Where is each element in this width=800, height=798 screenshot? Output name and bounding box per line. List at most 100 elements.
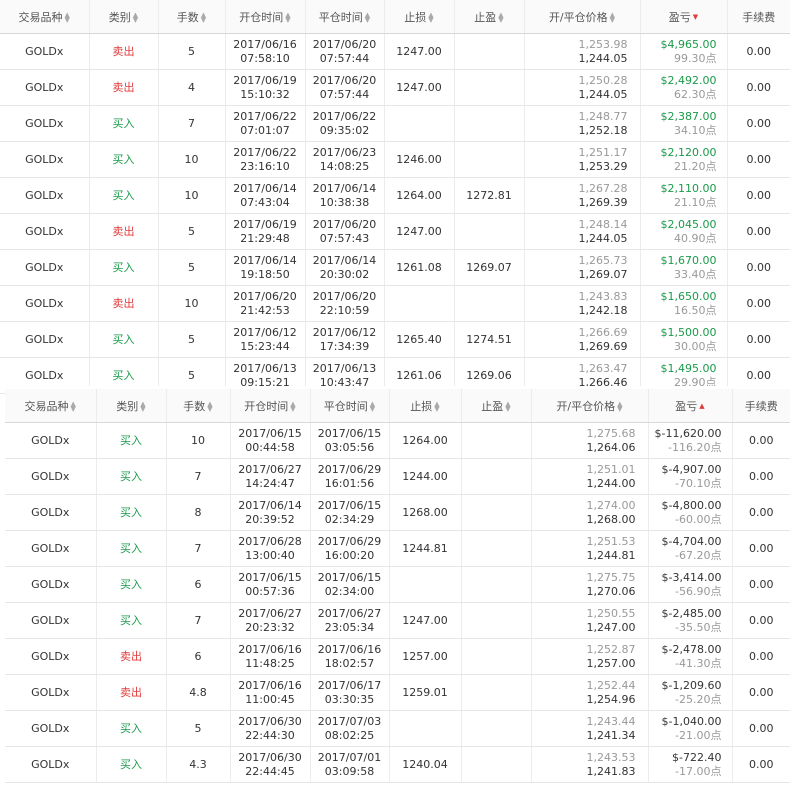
close-date: 2017/06/23 xyxy=(312,145,377,159)
open-price: 1,253.98 xyxy=(578,37,628,51)
fee-text: 0.00 xyxy=(749,613,774,627)
open-date: 2017/06/15 xyxy=(238,426,302,440)
open-date: 2017/06/16 xyxy=(233,37,297,51)
close-date: 2017/06/29 xyxy=(317,462,382,476)
cell-stop-loss: 1244.00 xyxy=(389,458,462,495)
column-header-symbol[interactable]: 交易品种 ▲ ▼ xyxy=(5,389,97,423)
column-header-take-profit[interactable]: 止盈 ▲ ▼ xyxy=(461,389,532,423)
fee-text: 0.00 xyxy=(746,188,772,202)
cell-open-time: 2017/06/22 07:01:07 xyxy=(225,105,306,142)
open-price: 1,275.75 xyxy=(586,570,636,584)
close-time: 23:05:34 xyxy=(324,620,375,634)
column-header-close-time[interactable]: 平仓时间 ▲ ▼ xyxy=(310,389,390,423)
cell-prices: 1,250.28 1,244.05 xyxy=(524,69,641,106)
column-header-fee[interactable]: 手续费 xyxy=(727,0,790,34)
profit-points: 33.40点 xyxy=(674,267,717,281)
stop-loss-text: 1244.81 xyxy=(402,541,448,555)
trade-type-text: 买入 xyxy=(112,332,135,346)
column-header-type[interactable]: 类别 ▲ ▼ xyxy=(89,0,159,34)
symbol-text: GOLDx xyxy=(25,296,64,310)
trade-type-text: 买入 xyxy=(112,368,135,382)
cell-take-profit xyxy=(461,494,532,531)
profit-points: -35.50点 xyxy=(675,620,722,634)
stop-loss-text: 1240.04 xyxy=(402,757,448,771)
column-header-open-time[interactable]: 开仓时间 ▲ ▼ xyxy=(225,0,306,34)
lots-text: 5 xyxy=(188,224,195,238)
column-header-label: 交易品种 xyxy=(18,10,63,24)
cell-take-profit xyxy=(454,141,525,178)
cell-open-time: 2017/06/22 23:16:10 xyxy=(225,141,306,178)
cell-lots: 5 xyxy=(158,33,226,70)
column-header-fee[interactable]: 手续费 xyxy=(732,389,790,423)
stop-loss-text: 1246.00 xyxy=(396,152,442,166)
cell-open-time: 2017/06/27 20:23:32 xyxy=(230,602,311,639)
fee-text: 0.00 xyxy=(746,80,772,94)
column-header-type[interactable]: 类别 ▲ ▼ xyxy=(96,389,167,423)
cell-stop-loss: 1240.04 xyxy=(389,746,462,783)
close-price: 1,242.18 xyxy=(578,303,628,317)
open-date: 2017/06/19 xyxy=(233,217,297,231)
column-header-open-close-price[interactable]: 开/平仓价格 ▲ ▼ xyxy=(531,389,649,423)
cell-prices: 1,267.28 1,269.39 xyxy=(524,177,641,214)
cell-stop-loss: 1247.00 xyxy=(389,602,462,639)
stop-loss-text: 1247.00 xyxy=(396,224,442,238)
cell-profit: $-1,209.60 -25.20点 xyxy=(648,674,733,711)
profit-amount: $2,045.00 xyxy=(660,217,717,231)
cell-symbol: GOLDx xyxy=(0,141,90,178)
column-header-open-time[interactable]: 开仓时间 ▲ ▼ xyxy=(230,389,311,423)
profit-amount: $-4,907.00 xyxy=(661,462,722,476)
column-header-open-close-price[interactable]: 开/平仓价格 ▲ ▼ xyxy=(524,0,641,34)
cell-open-time: 2017/06/12 15:23:44 xyxy=(225,321,306,358)
profit-amount: $-2,485.00 xyxy=(661,606,722,620)
symbol-text: GOLDx xyxy=(31,433,70,447)
sort-icon: ▲▼ xyxy=(498,10,504,24)
cell-type: 买入 xyxy=(89,249,159,286)
column-header-label: 开/平仓价格 xyxy=(548,10,608,24)
profit-points: -60.00点 xyxy=(675,512,722,526)
column-header-profit[interactable]: 盈亏▲▼ xyxy=(648,389,733,423)
cell-close-time: 2017/06/12 17:34:39 xyxy=(305,321,385,358)
lots-text: 10 xyxy=(184,188,199,202)
trade-type-text: 买入 xyxy=(120,577,142,591)
column-header-stop-loss[interactable]: 止损 ▲ ▼ xyxy=(384,0,455,34)
stop-loss-text: 1261.08 xyxy=(396,260,442,274)
open-date: 2017/06/14 xyxy=(238,498,302,512)
close-date: 2017/06/22 xyxy=(312,109,377,123)
profit-points: -56.90点 xyxy=(675,584,722,598)
column-header-close-time[interactable]: 平仓时间 ▲ ▼ xyxy=(305,0,385,34)
column-header-lots[interactable]: 手数 ▲ ▼ xyxy=(166,389,231,423)
cell-profit: $1,650.00 16.50点 xyxy=(640,285,728,322)
cell-profit: $-2,478.00 -41.30点 xyxy=(648,638,733,675)
column-header-symbol[interactable]: 交易品种 ▲ ▼ xyxy=(0,0,90,34)
open-time: 21:29:48 xyxy=(240,231,290,245)
open-price: 1,251.01 xyxy=(586,462,636,476)
cell-prices: 1,248.77 1,252.18 xyxy=(524,105,641,142)
cell-take-profit xyxy=(461,674,532,711)
close-price: 1,244.05 xyxy=(578,87,628,101)
column-header-take-profit[interactable]: 止盈 ▲ ▼ xyxy=(454,0,525,34)
close-price: 1,254.96 xyxy=(586,692,636,706)
column-header-profit[interactable]: 盈亏▲▼ xyxy=(640,0,728,34)
cell-type: 买入 xyxy=(96,530,167,567)
open-time: 23:16:10 xyxy=(240,159,290,173)
open-date: 2017/06/14 xyxy=(233,181,297,195)
table-row: GOLDx 买入 7 2017/06/28 13:00:40 2017/06/29 16:0… xyxy=(5,530,790,567)
fee-text: 0.00 xyxy=(749,505,774,519)
column-header-label: 类别 xyxy=(108,10,131,24)
fee-text: 0.00 xyxy=(749,469,774,483)
column-header-stop-loss[interactable]: 止损 ▲ ▼ xyxy=(389,389,462,423)
stop-loss-text: 1265.40 xyxy=(396,332,442,346)
open-time: 11:00:45 xyxy=(245,692,295,706)
column-header-lots[interactable]: 手数 ▲ ▼ xyxy=(158,0,226,34)
cell-type: 买入 xyxy=(96,746,167,783)
cell-open-time: 2017/06/28 13:00:40 xyxy=(230,530,311,567)
cell-fee: 0.00 xyxy=(727,177,790,214)
profit-amount: $-11,620.00 xyxy=(654,426,722,440)
cell-stop-loss: 1265.40 xyxy=(384,321,455,358)
profit-amount: $4,965.00 xyxy=(660,37,717,51)
cell-close-time: 2017/06/15 02:34:29 xyxy=(310,494,390,531)
profit-amount: $-722.40 xyxy=(672,750,722,764)
cell-fee: 0.00 xyxy=(727,105,790,142)
cell-stop-loss: 1246.00 xyxy=(384,141,455,178)
cell-fee: 0.00 xyxy=(727,249,790,286)
